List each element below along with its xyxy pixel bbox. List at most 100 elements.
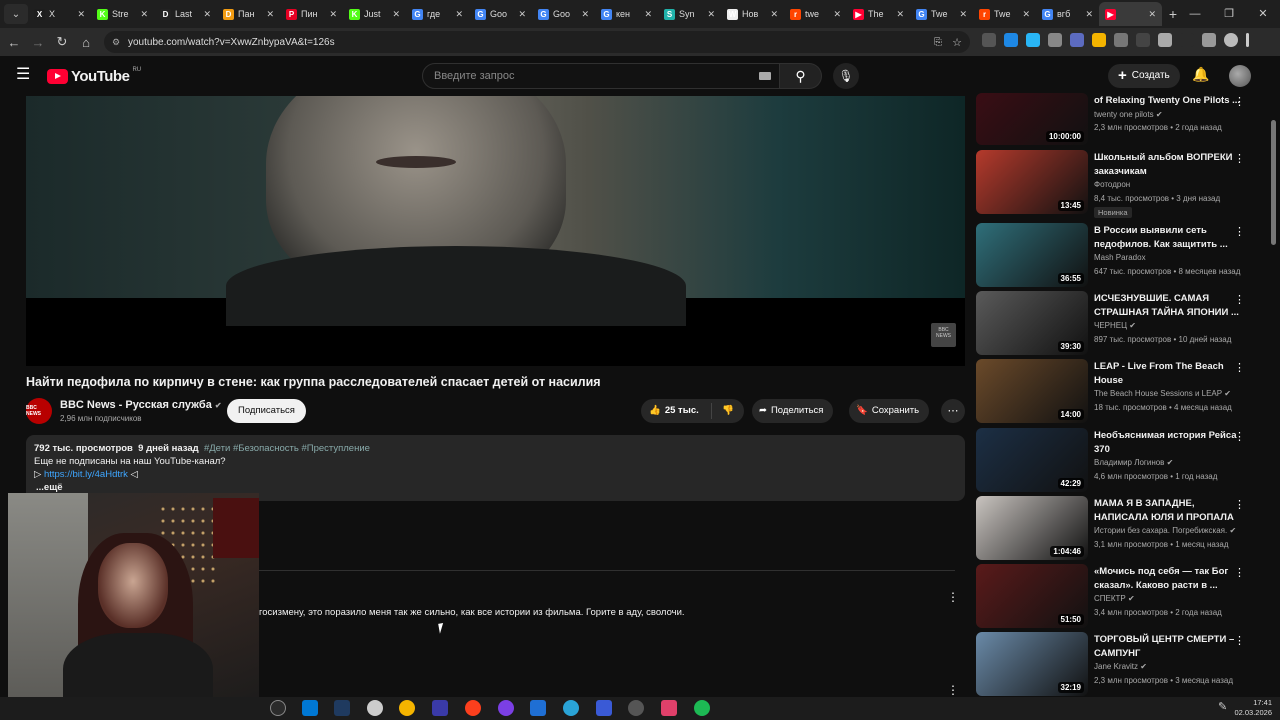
channel-name[interactable]: BBC News - Русская служба ✔ [60,399,222,411]
browser-tab[interactable]: X X ✕ [28,2,91,26]
video-title[interactable]: of Relaxing Twenty One Pilots ... [1094,94,1249,108]
search-button[interactable]: ⚲ [780,63,822,89]
video-title[interactable]: ИСЧЕЗНУВШИЕ. САМАЯ СТРАШНАЯ ТАЙНА ЯПОНИИ… [1094,292,1249,319]
browser-menu-icon[interactable] [1246,33,1249,47]
recommended-video[interactable]: 36:55 В России выявили сеть педофилов. Ка… [976,223,1266,287]
video-thumbnail[interactable]: 39:30 [976,291,1088,355]
app-icon[interactable] [302,700,318,716]
video-title[interactable]: ТОРГОВЫЙ ЦЕНТР СМЕРТИ – САМПУНГ [1094,633,1249,660]
extension-icon[interactable] [1114,33,1128,47]
channel-avatar[interactable]: BBC NEWS [26,398,52,424]
extension-icon[interactable] [1070,33,1084,47]
video-title[interactable]: МАМА Я В ЗАПАДНЕ, НАПИСАЛА ЮЛЯ И ПРОПАЛА [1094,497,1249,524]
recommended-video[interactable]: 32:19 ТОРГОВЫЙ ЦЕНТР СМЕРТИ – САМПУНГ Jane… [976,632,1266,696]
tab-close-icon[interactable]: ✕ [833,9,841,20]
video-title[interactable]: LEAP - Live From The Beach House [1094,360,1249,387]
video-title[interactable]: Школьный альбом ВОПРЕКИ заказчикам [1094,151,1249,178]
tab-close-icon[interactable]: ✕ [77,9,85,20]
share-button[interactable]: ➦ Поделиться [752,399,834,423]
close-window-button[interactable]: ✕ [1246,0,1280,28]
video-menu-icon[interactable]: ⋮ [1234,293,1245,306]
system-clock[interactable]: 17:41 02.03.2026 [1234,698,1272,718]
channel-name[interactable]: Фотодрон [1094,180,1130,189]
puzzle-icon[interactable] [1158,33,1172,47]
video-menu-icon[interactable]: ⋮ [1234,152,1245,165]
video-title[interactable]: Необъяснимая история Рейса 370 [1094,429,1249,456]
notifications-bell-icon[interactable]: 🔔 [1192,66,1209,83]
video-menu-icon[interactable]: ⋮ [1234,430,1245,443]
tab-close-icon[interactable]: ✕ [1085,9,1093,20]
recommended-video[interactable]: 1:04:46 МАМА Я В ЗАПАДНЕ, НАПИСАЛА ЮЛЯ И … [976,496,1266,560]
recommended-video[interactable]: 39:30 ИСЧЕЗНУВШИЕ. САМАЯ СТРАШНАЯ ТАЙНА Я… [976,291,1266,355]
sidepanel-icon[interactable] [1202,33,1216,47]
description-link[interactable]: https://bit.ly/4aHdtrk [44,469,128,480]
browser-tab[interactable]: W Нов ✕ [721,2,784,26]
like-button[interactable]: 👍 25 тыс. [641,403,712,419]
tab-close-icon[interactable]: ✕ [203,9,211,20]
yandex-icon[interactable] [465,700,481,716]
tab-close-icon[interactable]: ✕ [518,9,526,20]
tab-close-icon[interactable]: ✕ [140,9,148,20]
more-actions-button[interactable]: ⋯ [941,399,965,423]
browser-tab[interactable]: K Just ✕ [343,2,406,26]
browser-tab[interactable]: D Last ✕ [154,2,217,26]
tab-close-icon[interactable]: ✕ [455,9,463,20]
dislike-button[interactable]: 👎 [712,399,744,423]
app-icon[interactable] [596,700,612,716]
channel-name[interactable]: twenty one pilots ✔ [1094,110,1163,119]
app-icon[interactable] [432,700,448,716]
channel-name[interactable]: Истории без сахара. Погребижская. ✔ [1094,526,1236,535]
tab-close-icon[interactable]: ✕ [707,9,715,20]
pen-icon[interactable]: ✎ [1218,700,1230,716]
browser-tab[interactable]: r twe ✕ [784,2,847,26]
tab-close-icon[interactable]: ✕ [1148,9,1156,20]
mic-icon[interactable]: 🎙 [833,63,859,89]
recommended-video[interactable]: 10:00:00 of Relaxing Twenty One Pilots ..… [976,93,1266,148]
extension-icon[interactable] [1004,33,1018,47]
browser-tab[interactable]: S Syn ✕ [658,2,721,26]
tab-close-icon[interactable]: ✕ [770,9,778,20]
tab-close-icon[interactable]: ✕ [266,9,274,20]
browser-tab[interactable]: G Goo ✕ [469,2,532,26]
video-thumbnail[interactable]: 32:19 [976,632,1088,696]
video-player[interactable]: BBC NEWS [26,96,965,366]
install-app-icon[interactable]: ⎘ [934,37,942,48]
video-thumbnail[interactable]: 14:00 [976,359,1088,423]
browser-tab[interactable]: Gвгб ✕ [1036,2,1099,26]
tab-close-icon[interactable]: ✕ [392,9,400,20]
recommended-video[interactable]: 51:50 «Мочись под себя — так Бог сказал».… [976,564,1266,628]
tab-close-icon[interactable]: ✕ [581,9,589,20]
app-icon[interactable] [661,700,677,716]
create-button[interactable]: + Создать [1108,64,1180,88]
extension-icon[interactable] [1026,33,1040,47]
video-menu-icon[interactable]: ⋮ [1234,566,1245,579]
video-title[interactable]: В России выявили сеть педофилов. Как защ… [1094,224,1249,251]
profile-icon[interactable] [1224,33,1238,47]
tab-close-icon[interactable]: ✕ [896,9,904,20]
browser-tab[interactable]: G Twe ✕ [910,2,973,26]
channel-name[interactable]: Mash Paradox [1094,253,1146,262]
video-title[interactable]: «Мочись под себя — так Бог сказал». Како… [1094,565,1249,592]
video-menu-icon[interactable]: ⋮ [1234,361,1245,374]
channel-name[interactable]: The Beach House Sessions и LEAP ✔ [1094,389,1231,398]
save-button[interactable]: 🔖 Сохранить [849,399,930,423]
video-menu-icon[interactable]: ⋮ [1234,95,1245,108]
video-thumbnail[interactable]: 42:29 [976,428,1088,492]
reload-button[interactable]: ↻ [50,34,74,50]
browser-tab[interactable]: ▶ The ✕ [847,2,910,26]
channel-name[interactable]: СПЕКТР ✔ [1094,594,1135,603]
youtube-logo[interactable]: YouTube RU [47,67,141,85]
channel-name[interactable]: ЧЕРНЕЦ ✔ [1094,321,1136,330]
video-menu-icon[interactable]: ⋮ [1234,225,1245,238]
minimize-button[interactable]: — [1178,0,1212,28]
restore-button[interactable]: ❐ [1212,0,1246,28]
browser-tab[interactable]: P Пин ✕ [280,2,343,26]
keyboard-icon[interactable] [759,72,771,80]
spotify-icon[interactable] [694,700,710,716]
extension-icon[interactable] [1092,33,1106,47]
app-icon[interactable] [498,700,514,716]
video-thumbnail[interactable]: 1:04:46 [976,496,1088,560]
tab-close-icon[interactable]: ✕ [644,9,652,20]
back-button[interactable]: ← [2,35,26,50]
tab-close-icon[interactable]: ✕ [959,9,967,20]
